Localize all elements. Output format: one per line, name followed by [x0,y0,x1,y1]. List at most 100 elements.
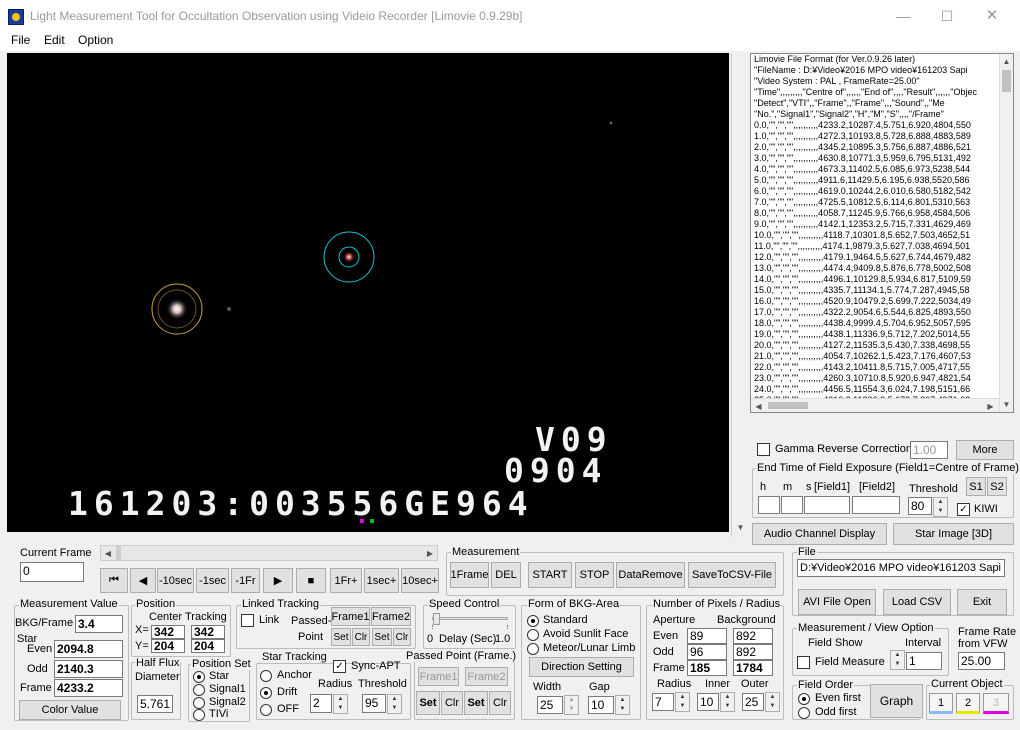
speed-slider-thumb[interactable] [433,613,440,625]
load-csv-button[interactable]: Load CSV [883,589,951,615]
outer-input[interactable]: 25 [742,693,764,711]
field2-input[interactable] [852,496,900,514]
save-csv-button[interactable]: SaveToCSV-File [688,562,776,588]
link-checkbox[interactable] [241,614,254,627]
bkg-width-input[interactable]: 25 [537,696,563,714]
direction-setting-button[interactable]: Direction Setting [529,657,634,677]
bkg-width-spinner[interactable]: ▲ ▼ [564,695,579,715]
menu-edit[interactable]: Edit [44,33,65,47]
tracking-threshold-input[interactable]: 95 [362,694,386,713]
graph-button[interactable]: Graph [870,684,923,718]
start-button[interactable]: START [528,562,572,588]
avi-open-button[interactable]: AVI File Open [798,589,876,615]
interval-spinner[interactable]: ▲ ▼ [890,650,905,670]
pp-frame2-button[interactable]: Frame2 [465,667,508,686]
scroll-down-icon[interactable]: ▼ [733,520,748,535]
back-10sec-button[interactable]: -10sec [157,568,194,593]
inner-input[interactable]: 10 [697,693,719,711]
back-1sec-button[interactable]: -1sec [196,568,229,593]
scroll-left-icon[interactable]: ◀ [751,399,766,412]
slider-right-icon[interactable]: ▶ [423,546,437,560]
object-1-button[interactable]: 1 [929,693,953,714]
file-path-input[interactable]: D:¥Video¥2016 MPO video¥161203 Sapi [797,559,1005,577]
log-hscroll[interactable]: ◀ ▶ [751,398,999,412]
off-radio[interactable] [260,704,272,716]
close-button[interactable]: ✕ [982,6,1002,26]
bkg-standard-radio[interactable] [527,615,539,627]
more-button[interactable]: More [956,440,1014,460]
scroll-down-icon[interactable]: ▼ [1000,397,1013,412]
outer-spinner[interactable]: ▲ ▼ [765,692,780,712]
first-frame-icon[interactable]: ⏮ [100,568,128,593]
video-scrollbar[interactable]: ▼ [731,53,748,537]
back-1fr-button[interactable]: -1Fr [231,568,260,593]
inner-spinner[interactable]: ▲ ▼ [720,692,735,712]
even-first-radio[interactable] [798,693,810,705]
scroll-up-icon[interactable]: ▲ [1000,54,1013,69]
del-button[interactable]: DEL [491,562,521,588]
framerate-input[interactable]: 25.00 [958,652,1005,670]
linked-clr1-button[interactable]: Clr [352,628,370,646]
video-frame[interactable]: V09 0904 161203:003556GE964 [7,53,729,532]
anchor-radio[interactable] [260,670,272,682]
star-image-3d-button[interactable]: Star Image [3D] [893,523,1014,545]
pp-set1-button[interactable]: Set [416,691,440,715]
data-remove-button[interactable]: DataRemove [616,562,685,588]
minimize-button[interactable]: — [893,6,913,26]
play-icon[interactable]: ▶ [263,568,293,593]
fwd-10sec-button[interactable]: 10sec+ [401,568,439,593]
color-value-button[interactable]: Color Value [19,700,121,720]
kiwi-checkbox[interactable]: ✓ [957,503,970,516]
field1-input[interactable] [804,496,850,514]
menu-option[interactable]: Option [78,33,113,47]
log-vscroll[interactable]: ▲ ▼ [999,54,1013,412]
odd-first-radio[interactable] [798,707,810,719]
posset-tivi-radio[interactable] [193,709,205,721]
slider-thumb[interactable] [116,546,121,560]
slider-left-icon[interactable]: ◀ [101,546,115,560]
stop-icon[interactable]: ■ [296,568,326,593]
s1-button[interactable]: S1 [966,477,986,496]
tracking-radius-spinner[interactable]: ▲ ▼ [333,694,348,714]
posset-signal2-radio[interactable] [193,697,205,709]
linked-frame1-button[interactable]: Frame1 [331,607,370,626]
linked-frame2-button[interactable]: Frame2 [371,607,411,626]
audio-channel-button[interactable]: Audio Channel Display [752,523,887,545]
object-2-button[interactable]: 2 [956,693,980,714]
pp-frame1-button[interactable]: Frame1 [418,667,459,686]
log-panel[interactable]: Limovie File Format (for Ver.0.9.26 late… [750,53,1014,413]
radius-input[interactable]: 7 [652,693,674,711]
frame-slider[interactable]: ◀ ▶ [100,545,438,561]
pp-clr1-button[interactable]: Clr [441,691,463,715]
bkg-meteor-radio[interactable] [527,643,539,655]
current-frame-input[interactable]: 0 [20,562,84,582]
maximize-button[interactable]: ☐ [937,6,957,26]
pp-clr2-button[interactable]: Clr [489,691,511,715]
interval-input[interactable]: 1 [906,652,942,670]
endtime-threshold-input[interactable]: 80 [908,497,932,515]
bkg-sunlit-radio[interactable] [527,629,539,641]
exit-button[interactable]: Exit [957,589,1007,615]
object-3-button[interactable]: 3 [983,693,1009,714]
gamma-checkbox[interactable] [757,443,770,456]
tracking-threshold-spinner[interactable]: ▲ ▼ [387,694,402,714]
linked-clr2-button[interactable]: Clr [393,628,411,646]
log-vscroll-thumb[interactable] [1002,70,1011,92]
linked-set1-button[interactable]: Set [331,628,351,646]
fwd-1sec-button[interactable]: 1sec+ [364,568,399,593]
posset-star-radio[interactable] [193,671,205,683]
log-hscroll-thumb[interactable] [768,402,808,409]
s2-button[interactable]: S2 [987,477,1007,496]
pp-set2-button[interactable]: Set [464,691,488,715]
bkg-gap-spinner[interactable]: ▲ ▼ [615,695,630,715]
tracking-radius-input[interactable]: 2 [310,694,332,713]
speed-slider[interactable] [432,617,508,620]
drift-radio[interactable] [260,687,272,699]
sync-apt-checkbox[interactable]: ✓ [333,660,346,673]
fwd-1fr-button[interactable]: 1Fr+ [330,568,362,593]
linked-set2-button[interactable]: Set [372,628,392,646]
bkg-gap-input[interactable]: 10 [588,696,614,714]
menu-file[interactable]: File [11,33,30,47]
one-frame-button[interactable]: 1Frame [450,562,489,588]
minute-input[interactable] [781,496,803,514]
